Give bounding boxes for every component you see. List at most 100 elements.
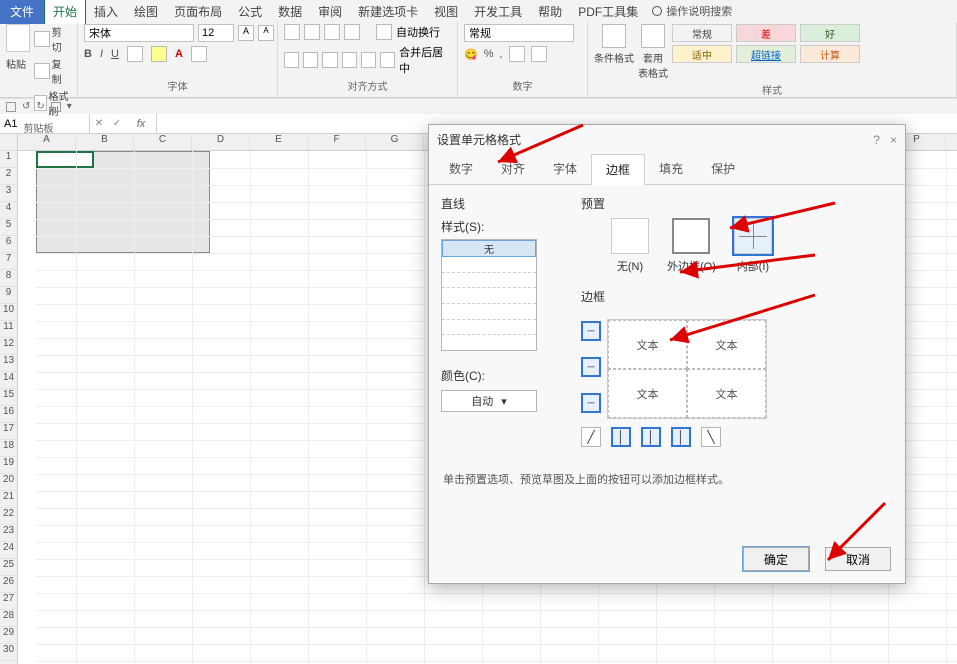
preset-outline[interactable]: 外边框(O)	[667, 218, 716, 274]
active-cell[interactable]	[36, 151, 94, 168]
conditional-format-button[interactable]: 条件格式	[594, 24, 634, 65]
row-header[interactable]: 19	[0, 457, 17, 474]
ok-button[interactable]: 确定	[743, 547, 809, 571]
tab-review[interactable]: 审阅	[310, 0, 350, 24]
line-style-2[interactable]	[442, 273, 536, 289]
tab-formula[interactable]: 公式	[230, 0, 270, 24]
cut-button[interactable]: 剪切	[34, 24, 71, 54]
tab-new-tab[interactable]: 新建选项卡	[350, 0, 426, 24]
dlg-tab-border[interactable]: 边框	[591, 154, 645, 185]
indent-inc-icon[interactable]	[361, 52, 376, 68]
row-header[interactable]: 11	[0, 321, 17, 338]
row-header[interactable]: 29	[0, 627, 17, 644]
fx-icon[interactable]: fx	[126, 118, 156, 130]
border-diag-down-button[interactable]: ╲	[701, 427, 721, 447]
qat-redo[interactable]: ↻	[36, 101, 44, 112]
percent-button[interactable]: %	[484, 48, 494, 60]
tab-help[interactable]: 帮助	[530, 0, 570, 24]
style-calc[interactable]: 计算	[800, 45, 860, 63]
row-header[interactable]: 5	[0, 219, 17, 236]
line-style-3[interactable]	[442, 288, 536, 304]
line-style-4[interactable]	[442, 304, 536, 320]
dialog-titlebar[interactable]: 设置单元格格式 ? ×	[429, 125, 905, 154]
orientation-icon[interactable]	[344, 24, 360, 40]
underline-button[interactable]: U	[111, 48, 119, 60]
tab-draw[interactable]: 绘图	[126, 0, 166, 24]
fill-color-button[interactable]	[151, 46, 167, 62]
tab-view[interactable]: 视图	[426, 0, 466, 24]
align-right-icon[interactable]	[322, 52, 337, 68]
style-good[interactable]: 好	[800, 24, 860, 42]
border-left-button[interactable]: │	[611, 427, 631, 447]
align-middle-icon[interactable]	[304, 24, 320, 40]
col-header[interactable]: E	[250, 134, 308, 150]
dlg-tab-font[interactable]: 字体	[539, 154, 591, 184]
merge-center-button[interactable]: 合并后居中	[399, 44, 451, 76]
cancel-icon[interactable]: ✕	[90, 118, 108, 129]
align-left-icon[interactable]	[284, 52, 299, 68]
align-top-icon[interactable]	[284, 24, 300, 40]
line-style-none[interactable]: 无	[442, 240, 536, 257]
inc-decimal-icon[interactable]	[509, 46, 525, 62]
tell-me-search[interactable]: 操作说明搜索	[646, 3, 738, 19]
dlg-tab-align[interactable]: 对齐	[487, 154, 539, 184]
tab-pdf[interactable]: PDF工具集	[570, 0, 646, 24]
qat-undo[interactable]: ↺	[22, 101, 30, 112]
currency-button[interactable]: 😋	[464, 48, 478, 61]
align-bottom-icon[interactable]	[324, 24, 340, 40]
tab-insert[interactable]: 插入	[86, 0, 126, 24]
font-color-button[interactable]: A	[175, 48, 183, 60]
row-header[interactable]: 25	[0, 559, 17, 576]
row-header[interactable]: 8	[0, 270, 17, 287]
style-hyperlink[interactable]: 超链接	[736, 45, 796, 63]
cancel-button[interactable]: 取消	[825, 547, 891, 571]
col-header[interactable]: G	[366, 134, 424, 150]
dlg-tab-protect[interactable]: 保护	[697, 154, 749, 184]
phonetic-button[interactable]	[191, 46, 207, 62]
row-header[interactable]: 15	[0, 389, 17, 406]
row-header[interactable]: 6	[0, 236, 17, 253]
style-normal[interactable]: 常规	[672, 24, 732, 42]
row-header[interactable]: 26	[0, 576, 17, 593]
row-header[interactable]: 24	[0, 542, 17, 559]
row-header[interactable]: 4	[0, 202, 17, 219]
border-button[interactable]	[127, 46, 143, 62]
italic-button[interactable]: I	[100, 48, 103, 60]
style-neutral[interactable]: 适中	[672, 45, 732, 63]
row-header[interactable]: 12	[0, 338, 17, 355]
border-bottom-button[interactable]: ─	[581, 393, 601, 413]
tab-data[interactable]: 数据	[270, 0, 310, 24]
border-right-button[interactable]: │	[671, 427, 691, 447]
row-header[interactable]: 21	[0, 491, 17, 508]
row-header[interactable]: 30	[0, 644, 17, 661]
tab-home[interactable]: 开始	[44, 0, 86, 24]
file-menu[interactable]: 文件	[0, 0, 44, 24]
row-header[interactable]: 17	[0, 423, 17, 440]
shrink-font-icon[interactable]: A	[258, 25, 274, 41]
enter-icon[interactable]: ✓	[108, 118, 126, 129]
dialog-close-icon[interactable]: ×	[890, 133, 897, 147]
align-center-icon[interactable]	[303, 52, 318, 68]
row-header[interactable]: 2	[0, 168, 17, 185]
dlg-tab-fill[interactable]: 填充	[645, 154, 697, 184]
dec-decimal-icon[interactable]	[531, 46, 547, 62]
row-header[interactable]: 10	[0, 304, 17, 321]
paste-split[interactable]: 粘贴	[6, 24, 30, 71]
row-header[interactable]: 3	[0, 185, 17, 202]
row-header[interactable]: 28	[0, 610, 17, 627]
tab-developer[interactable]: 开发工具	[466, 0, 530, 24]
row-header[interactable]: 20	[0, 474, 17, 491]
col-header[interactable]: B	[76, 134, 134, 150]
table-style-button[interactable]: 套用 表格式	[638, 24, 668, 80]
col-header[interactable]: D	[192, 134, 250, 150]
number-format-select[interactable]	[464, 24, 574, 42]
grow-font-icon[interactable]: A	[238, 25, 254, 41]
border-mid-h-button[interactable]: ─	[581, 357, 601, 377]
row-header[interactable]: 1	[0, 151, 17, 168]
qat-more[interactable]: ▾	[67, 101, 72, 112]
bold-button[interactable]: B	[84, 48, 92, 60]
col-header[interactable]: A	[18, 134, 76, 150]
dialog-help-icon[interactable]: ?	[873, 133, 880, 147]
row-header[interactable]: 14	[0, 372, 17, 389]
font-name-select[interactable]	[84, 24, 194, 42]
